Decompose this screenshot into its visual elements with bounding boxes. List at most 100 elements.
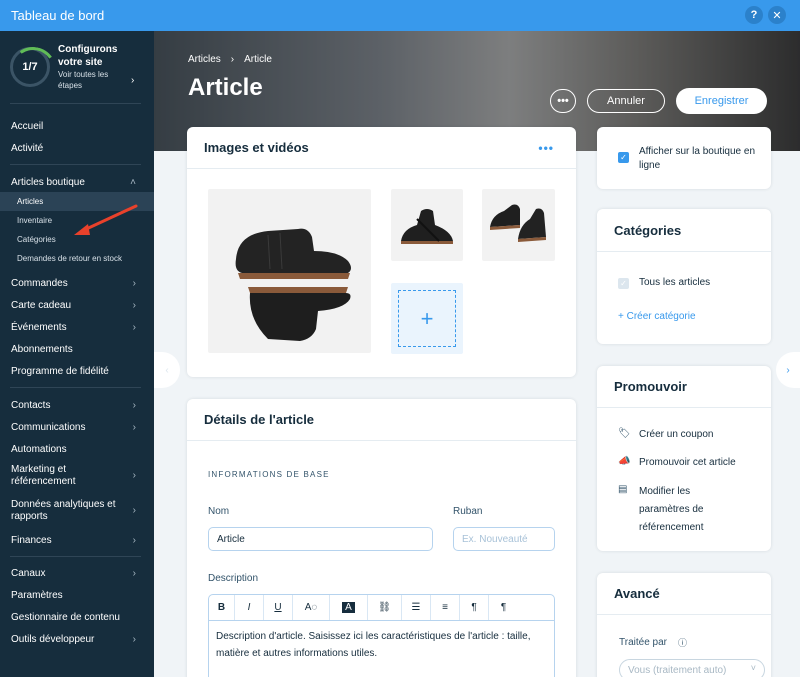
- sidebar-item-label: Données analytiques et rapports: [11, 499, 116, 522]
- product-image-3[interactable]: [482, 189, 555, 261]
- onboarding-widget[interactable]: 1/7 Configurons votre site Voir toutes l…: [0, 31, 154, 103]
- sidebar-item-label: Carte cadeau: [11, 299, 72, 311]
- cancel-button[interactable]: Annuler: [587, 89, 665, 113]
- chevron-right-icon: ›: [230, 54, 235, 65]
- sidebar-item-label: Événements: [11, 321, 67, 333]
- seo-settings-link[interactable]: Modifier les paramètres de référencement: [639, 483, 729, 537]
- onboarding-subtitle[interactable]: Voir toutes les étapes: [58, 69, 128, 91]
- bold-icon[interactable]: B: [209, 595, 235, 620]
- sidebar-item-label: Canaux: [11, 567, 46, 579]
- sidebar-item-donnees[interactable]: Données analytiques et rapports ›: [0, 497, 154, 525]
- media-card-title: Images et vidéos: [187, 127, 576, 169]
- sidebar-item-label: Articles boutique: [11, 176, 85, 188]
- sidebar-item-accueil[interactable]: Accueil: [0, 117, 154, 135]
- product-image-2[interactable]: [391, 189, 463, 261]
- card-title: Catégories: [614, 222, 682, 238]
- sidebar-item-fidelite[interactable]: Programme de fidélité: [0, 362, 154, 380]
- help-icon[interactable]: ?: [745, 6, 763, 24]
- megaphone-icon: 📣: [618, 456, 631, 467]
- sidebar-item-marketing[interactable]: Marketing et référencement ›: [0, 462, 154, 490]
- all-articles-label: Tous les articles: [639, 277, 711, 288]
- chevron-down-icon: ˅: [750, 663, 756, 673]
- sidebar-item-label: Activité: [11, 142, 44, 154]
- sidebar-item-label: Automations: [11, 443, 67, 455]
- name-field[interactable]: Article: [208, 527, 433, 551]
- more-options-icon[interactable]: •••: [538, 141, 554, 155]
- sidebar-item-parametres[interactable]: Paramètres: [0, 586, 154, 604]
- sidebar-item-label: Marketing et référencement: [11, 464, 76, 487]
- breadcrumb-articles[interactable]: Articles: [188, 54, 221, 65]
- sidebar-item-activite[interactable]: Activité: [0, 139, 154, 157]
- create-category-link[interactable]: + Créer catégorie: [618, 311, 696, 322]
- scroll-left-button[interactable]: ‹: [154, 352, 180, 388]
- visibility-label: Afficher sur la boutique en ligne: [639, 146, 756, 171]
- onboarding-title: Configurons votre site: [58, 44, 118, 68]
- sidebar-subitem-label: Catégories: [17, 235, 56, 244]
- sidebar-item-articles-boutique[interactable]: Articles boutique ˄: [0, 173, 154, 191]
- sidebar-item-commandes[interactable]: Commandes ›: [0, 274, 154, 292]
- sidebar-item-evenements[interactable]: Événements ›: [0, 318, 154, 336]
- description-label: Description: [208, 573, 259, 584]
- sidebar-item-label: Paramètres: [11, 589, 63, 601]
- highlight-icon[interactable]: A: [330, 595, 368, 620]
- plus-icon: +: [398, 290, 456, 347]
- select-value: Vous (traitement auto): [628, 664, 727, 676]
- product-image-main[interactable]: [208, 189, 371, 353]
- numbered-list-icon[interactable]: ≡: [431, 595, 460, 620]
- scroll-right-button[interactable]: ›: [776, 352, 800, 388]
- sidebar-item-label: Commandes: [11, 277, 68, 289]
- categories-card-title: Catégories: [597, 209, 771, 252]
- sidebar-item-outils[interactable]: Outils développeur ›: [0, 630, 154, 648]
- shoe-image: [235, 228, 351, 341]
- chevron-right-icon: ›: [132, 421, 136, 433]
- handled-by-select[interactable]: Vous (traitement auto) ˅: [619, 659, 765, 677]
- italic-icon[interactable]: I: [235, 595, 264, 620]
- chevron-right-icon: ›: [132, 505, 136, 516]
- text-color-icon[interactable]: A◌: [293, 595, 330, 620]
- chevron-right-icon: ›: [132, 470, 136, 481]
- name-label: Nom: [208, 506, 230, 517]
- create-coupon-link[interactable]: Créer un coupon: [639, 428, 714, 442]
- sidebar-item-gestionnaire[interactable]: Gestionnaire de contenu: [0, 608, 154, 626]
- shoe-image: [490, 204, 546, 242]
- all-articles-checkbox: ✓: [618, 278, 629, 289]
- sidebar-item-finances[interactable]: Finances ›: [0, 531, 154, 549]
- rtl-icon[interactable]: ¶: [460, 595, 489, 620]
- close-icon[interactable]: ✕: [768, 6, 786, 24]
- chevron-right-icon: ›: [132, 567, 136, 579]
- sidebar-item-label: Communications: [11, 421, 86, 433]
- progress-label: 1/7: [22, 61, 38, 73]
- description-editor[interactable]: Description d'article. Saisissez ici les…: [208, 620, 555, 677]
- sidebar-item-automations[interactable]: Automations: [0, 440, 154, 458]
- bullet-list-icon[interactable]: ☰: [402, 595, 431, 620]
- card-title: Détails de l'article: [204, 412, 315, 427]
- chevron-right-icon: ›: [132, 277, 136, 289]
- ribbon-field[interactable]: Ex. Nouveauté: [453, 527, 555, 551]
- more-actions-button[interactable]: •••: [550, 89, 576, 113]
- sidebar-subitem-demandes[interactable]: Demandes de retour en stock: [0, 249, 154, 268]
- save-button[interactable]: Enregistrer: [676, 88, 767, 114]
- ribbon-label: Ruban: [453, 506, 483, 517]
- promote-article-link[interactable]: Promouvoir cet article: [639, 456, 736, 470]
- sidebar-item-label: Finances: [11, 534, 52, 546]
- sidebar-item-label: Contacts: [11, 399, 51, 411]
- sidebar-item-label: Accueil: [11, 120, 44, 132]
- chevron-right-icon: ›: [132, 321, 136, 333]
- chevron-right-icon: ›: [132, 633, 136, 645]
- visibility-checkbox[interactable]: ✓: [618, 152, 629, 163]
- sidebar-item-contacts[interactable]: Contacts ›: [0, 396, 154, 414]
- ltr-icon[interactable]: ¶: [489, 595, 518, 620]
- sidebar-subitem-label: Demandes de retour en stock: [17, 254, 122, 263]
- add-media-button[interactable]: +: [391, 283, 463, 354]
- sidebar-item-canaux[interactable]: Canaux ›: [0, 564, 154, 582]
- chevron-right-icon: ›: [132, 534, 136, 546]
- section-label: INFORMATIONS DE BASE: [208, 470, 330, 479]
- sidebar-item-abonnements[interactable]: Abonnements: [0, 340, 154, 358]
- sidebar-item-carte-cadeau[interactable]: Carte cadeau ›: [0, 296, 154, 314]
- sidebar-item-communications[interactable]: Communications ›: [0, 418, 154, 436]
- info-icon[interactable]: ⓘ: [678, 636, 687, 650]
- underline-icon[interactable]: U: [264, 595, 293, 620]
- seo-icon: ▤: [618, 484, 628, 495]
- link-icon[interactable]: ⛓: [368, 595, 402, 620]
- coupon-icon: 🏷: [618, 428, 631, 439]
